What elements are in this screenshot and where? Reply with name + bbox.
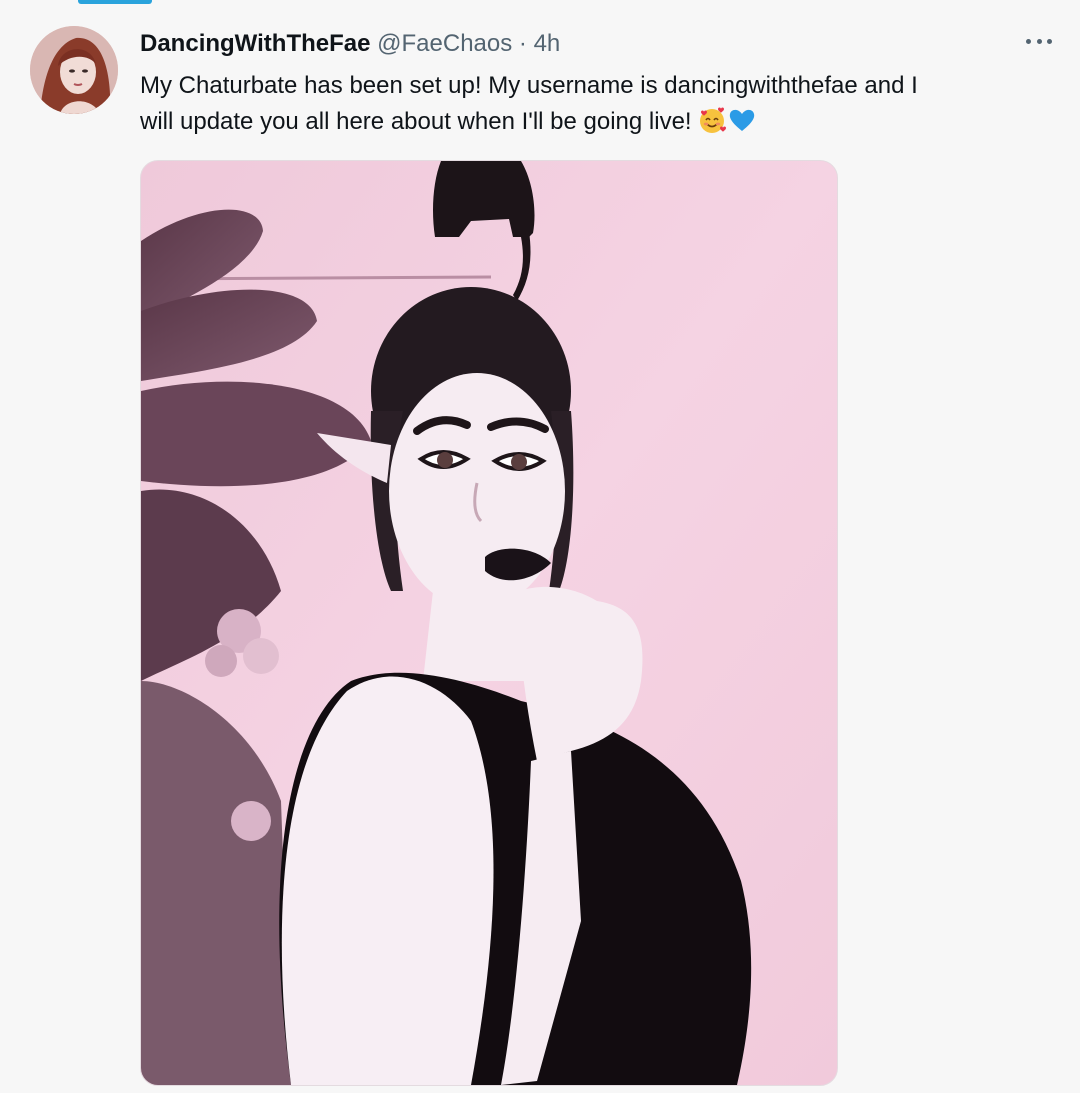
display-name[interactable]: DancingWithTheFae xyxy=(140,30,370,57)
tweet-header: DancingWithTheFae @FaeChaos · 4h xyxy=(140,30,560,58)
page: DancingWithTheFae @FaeChaos · 4h My Chat… xyxy=(0,0,1080,1093)
blue-heart-icon xyxy=(728,106,756,134)
separator-dot: · xyxy=(518,30,527,57)
tweet-text: My Chaturbate has been set up! My userna… xyxy=(140,68,1040,140)
more-options-icon[interactable] xyxy=(1026,34,1052,48)
handle[interactable]: @FaeChaos xyxy=(377,30,512,57)
tweet-media-photo[interactable] xyxy=(140,160,838,1086)
timestamp[interactable]: 4h xyxy=(534,30,561,57)
tweet-text-line-2: will update you all here about when I'll… xyxy=(140,108,692,135)
photo-illustration xyxy=(141,161,837,1085)
tweet-text-line-1: My Chaturbate has been set up! My userna… xyxy=(140,72,918,99)
avatar[interactable] xyxy=(30,26,118,114)
smiling-face-with-hearts-icon xyxy=(698,106,726,134)
avatar-image xyxy=(30,26,118,114)
tweet[interactable]: DancingWithTheFae @FaeChaos · 4h My Chat… xyxy=(0,0,1080,1093)
